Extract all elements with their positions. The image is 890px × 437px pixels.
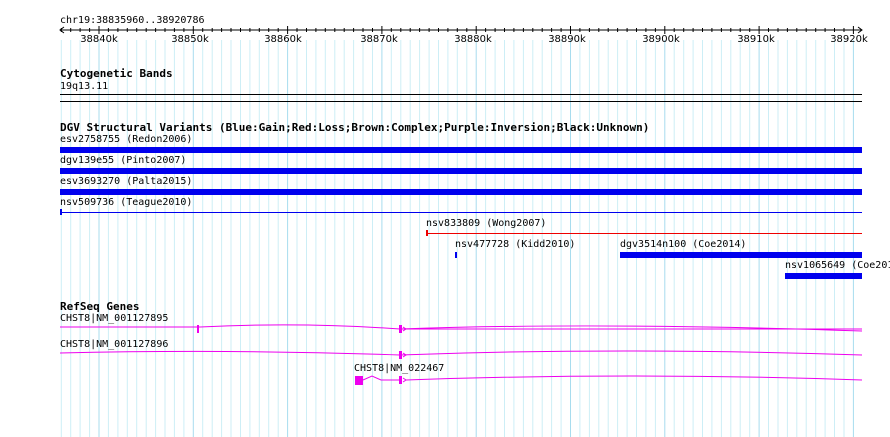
transcript-model[interactable]	[59, 350, 863, 359]
refseq-gene-models	[59, 324, 863, 385]
transcript-model[interactable]	[355, 375, 863, 385]
transcript-model[interactable]	[60, 324, 863, 333]
